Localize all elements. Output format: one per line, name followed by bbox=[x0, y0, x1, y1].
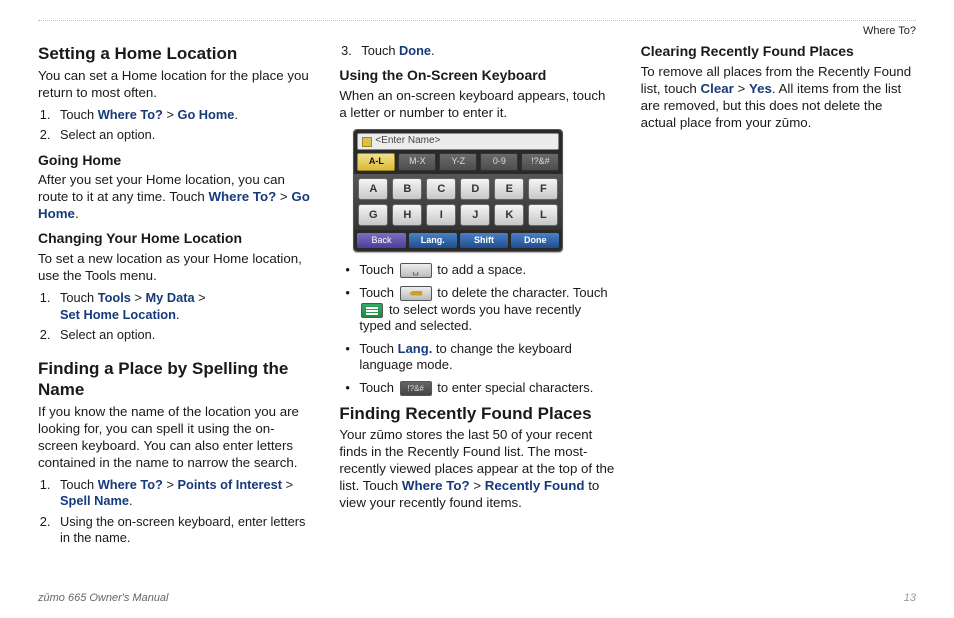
link-my-data: My Data bbox=[146, 290, 195, 305]
kb-lang-button: Lang. bbox=[409, 233, 457, 249]
space-key-icon bbox=[400, 263, 432, 278]
heading-going-home: Going Home bbox=[38, 152, 313, 170]
symbols-key-icon: !?&# bbox=[400, 381, 432, 396]
link-done: Done bbox=[399, 43, 431, 58]
kb-tab-yz: Y-Z bbox=[439, 153, 477, 171]
step-select-option-2: Select an option. bbox=[54, 327, 313, 343]
kb-key: C bbox=[426, 178, 456, 200]
link-poi: Points of Interest bbox=[177, 477, 282, 492]
recent-words-icon bbox=[361, 303, 383, 318]
page-section-header: Where To? bbox=[38, 25, 916, 37]
kb-key: K bbox=[494, 204, 524, 226]
kb-back-button: Back bbox=[357, 233, 405, 249]
link-lang: Lang. bbox=[398, 341, 433, 356]
step-enter-letters: Using the on-screen keyboard, enter lett… bbox=[54, 514, 313, 547]
step-touch-where-to-go-home: Touch Where To? > Go Home. bbox=[54, 107, 313, 123]
para-spell-name: If you know the name of the location you… bbox=[38, 403, 313, 471]
kb-cursor-icon bbox=[362, 137, 372, 147]
link-tools: Tools bbox=[98, 290, 131, 305]
link-clear: Clear bbox=[701, 81, 734, 96]
step-select-option: Select an option. bbox=[54, 127, 313, 143]
kb-tab-09: 0-9 bbox=[480, 153, 518, 171]
heading-osk: Using the On-Screen Keyboard bbox=[339, 67, 614, 85]
link-where-to-4: Where To? bbox=[402, 478, 470, 493]
link-where-to-2: Where To? bbox=[209, 189, 277, 204]
kb-key: I bbox=[426, 204, 456, 226]
link-spell-name: Spell Name bbox=[60, 493, 129, 508]
kb-tab-sym: !?&# bbox=[521, 153, 559, 171]
para-changing-home: To set a new location as your Home locat… bbox=[38, 250, 313, 284]
link-where-to-3: Where To? bbox=[98, 477, 163, 492]
link-where-to: Where To? bbox=[98, 107, 163, 122]
heading-clear-recent: Clearing Recently Found Places bbox=[641, 43, 916, 61]
kb-key: G bbox=[358, 204, 388, 226]
kb-key: A bbox=[358, 178, 388, 200]
para-clear-recent: To remove all places from the Recently F… bbox=[641, 63, 916, 131]
para-recently-found: Your zūmo stores the last 50 of your rec… bbox=[339, 426, 614, 511]
step-tools-mydata: Touch Tools > My Data >Set Home Location… bbox=[54, 290, 313, 323]
para-osk: When an on-screen keyboard appears, touc… bbox=[339, 87, 614, 121]
heading-set-home: Setting a Home Location bbox=[38, 43, 313, 65]
kb-key: H bbox=[392, 204, 422, 226]
heading-spell-name: Finding a Place by Spelling the Name bbox=[38, 358, 313, 402]
content-columns: Setting a Home Location You can set a Ho… bbox=[38, 43, 916, 553]
step-poi-spell: Touch Where To? > Points of Interest > S… bbox=[54, 477, 313, 510]
kb-done-button: Done bbox=[511, 233, 559, 249]
backspace-key-icon bbox=[400, 286, 432, 301]
step-touch-done: Touch Done. bbox=[355, 43, 614, 59]
kb-key: E bbox=[494, 178, 524, 200]
bullet-delete: Touch to delete the character. Touch to … bbox=[345, 285, 614, 335]
footer-page-number: 13 bbox=[904, 592, 916, 604]
on-screen-keyboard: <Enter Name> A-L M-X Y-Z 0-9 !?&# A B C … bbox=[353, 129, 563, 252]
link-go-home: Go Home bbox=[177, 107, 234, 122]
link-set-home-location: Set Home Location bbox=[60, 307, 176, 322]
kb-tab-mx: M-X bbox=[398, 153, 436, 171]
kb-input-field: <Enter Name> bbox=[357, 133, 559, 150]
para-going-home: After you set your Home location, you ca… bbox=[38, 171, 313, 222]
kb-key: B bbox=[392, 178, 422, 200]
kb-key: F bbox=[528, 178, 558, 200]
heading-recently-found: Finding Recently Found Places bbox=[339, 403, 614, 425]
kb-key: L bbox=[528, 204, 558, 226]
kb-tab-al: A-L bbox=[357, 153, 395, 171]
heading-changing-home: Changing Your Home Location bbox=[38, 230, 313, 248]
kb-key: J bbox=[460, 204, 490, 226]
bullet-space: Touch to add a space. bbox=[345, 262, 614, 279]
link-yes: Yes bbox=[749, 81, 772, 96]
bullet-lang: Touch Lang. to change the keyboard langu… bbox=[345, 341, 614, 374]
bullet-sym: Touch !?&# to enter special characters. bbox=[345, 380, 614, 397]
link-recently-found: Recently Found bbox=[485, 478, 585, 493]
para-set-home: You can set a Home location for the plac… bbox=[38, 67, 313, 101]
kb-shift-button: Shift bbox=[460, 233, 508, 249]
footer-manual-title: zūmo 665 Owner's Manual bbox=[38, 592, 169, 604]
kb-key: D bbox=[460, 178, 490, 200]
